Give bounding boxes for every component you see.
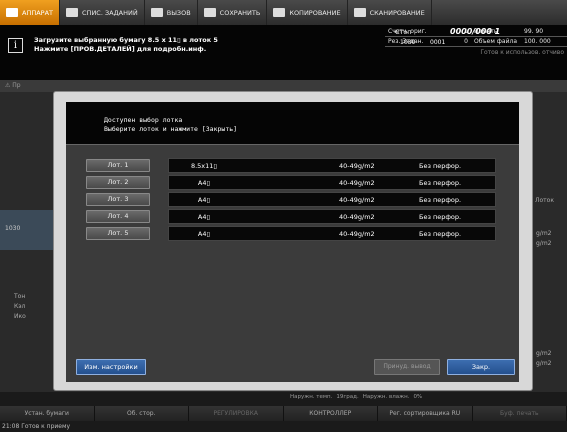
message-line-1: Загрузите выбранную бумагу 8.5 x 11▯ в л… [34,36,218,44]
outside-humidity-label: Наружн. влажн. [362,394,410,400]
tray-size: A4▯ [197,229,211,238]
tab-recall-label: ВЫЗОВ [166,8,191,17]
top-navigation: АППАРАТ СПИС. ЗАДАНИЙ ВЫЗОВ СОХРАНИТЬ КО… [0,0,567,25]
background-strip [0,80,567,92]
machine-icon [6,8,18,17]
tab-machine-label: АППАРАТ [22,8,54,17]
tray-4-button[interactable]: Лот. 4 [86,210,150,223]
force-output-button[interactable]: Принуд. вывод [374,359,440,375]
dialog-header-line-2: Выберите лоток и нажмите [Закрыть] [104,125,238,133]
tab-scan-label: СКАНИРОВАНИЕ [369,8,425,17]
copy-icon [273,8,286,17]
right-item-2: g/m2 [536,240,552,247]
tab-buffer-print[interactable]: Буф. печать [472,406,567,421]
tab-job-list-label: СПИС. ЗАДАНИЙ [82,8,138,17]
tray-size: 8.5x11▯ [190,161,218,170]
tray-punch: Без перфор. [419,161,462,170]
tab-scan[interactable]: СКАНИРОВАНИЕ [348,0,432,25]
right-label: Лоток [535,197,554,204]
tray-row: Лот. 5 A4▯ 40-49g/m2 Без перфор. [86,225,496,242]
tab-copy-label: КОПИРОВАНИЕ [289,8,341,17]
close-button[interactable]: Закр. [447,359,515,375]
tray-5-button[interactable]: Лот. 5 [86,227,150,240]
tray-punch: Без перфор. [419,212,462,221]
tray-punch: Без перфор. [419,195,462,204]
message-line-2: Нажмите [ПРОВ.ДЕТАЛЕЙ] для подробн.инф. [34,45,207,53]
job-res-label: Рез. Задан. [388,38,424,45]
tray-5-info[interactable]: A4▯ 40-49g/m2 Без перфор. [168,226,496,241]
left-panel-label: 1030 [5,225,21,232]
tray-punch: Без перфор. [419,178,462,187]
tab-recall[interactable]: ВЫЗОВ [145,0,198,25]
right-item-3: g/m2 [536,350,552,357]
dialog-header-line-1: Доступен выбор лотка [104,116,183,124]
recall-icon [150,8,163,17]
status-footer: 21:08 Готов к приему [2,423,71,430]
outside-temp-value: 19град. [336,394,359,400]
tray-row: Лот. 3 A4▯ 40-49g/m2 Без перфор. [86,191,496,208]
file-vol-label: Объем файла [474,38,518,45]
tab-machine[interactable]: АППАРАТ [0,0,61,25]
tray-1-button[interactable]: Лот. 1 [86,159,150,172]
tray-size: A4▯ [197,212,211,221]
tray-weight: 40-49g/m2 [339,212,375,221]
tab-duplex[interactable]: Об. стор. [94,406,189,421]
tab-adjustment[interactable]: РЕГУЛИРОВКА [189,406,284,421]
save-icon [203,8,216,17]
change-settings-button[interactable]: Изм. настройки [76,359,146,375]
tray-1-info[interactable]: 8.5x11▯ 40-49g/m2 Без перфор. [168,158,496,173]
scan-icon [353,8,366,17]
tray-weight: 40-49g/m2 [339,161,375,170]
right-item-4: g/m2 [536,360,552,367]
tray-weight: 40-49g/m2 [339,178,375,187]
tray-3-button[interactable]: Лот. 3 [86,193,150,206]
info-icon[interactable]: i [8,38,23,53]
job-list-icon [66,8,79,17]
tab-paper-setting[interactable]: Устан. бумаги [0,406,95,421]
tray-punch: Без перфор. [419,229,462,238]
tab-copy[interactable]: КОПИРОВАНИЕ [267,0,348,25]
status-box: Счетч. ориг. 1 Память 99. 90 Рез. Задан.… [385,27,567,57]
outside-humidity-value: 0% [413,394,423,400]
memory-label: Память [474,28,498,35]
tray-select-dialog: Доступен выбор лотка Выберите лоток и на… [54,92,532,390]
memory-value: 99. 90 [524,28,544,35]
job-res-value: 0 [464,38,468,45]
ready-text: Готов к использов. отчиво [480,48,564,56]
tray-row: Лот. 1 8.5x11▯ 40-49g/m2 Без перфор. [86,157,496,174]
dialog-header: Доступен выбор лотка Выберите лоток и на… [66,102,519,145]
tab-save-label: СОХРАНИТЬ [219,8,261,17]
tab-sorter-adjust[interactable]: Рег. сортировщика RU [378,406,473,421]
tray-size: A4▯ [197,178,211,187]
tray-weight: 40-49g/m2 [339,229,375,238]
tray-4-info[interactable]: A4▯ 40-49g/m2 Без перфор. [168,209,496,224]
tray-weight: 40-49g/m2 [339,195,375,204]
tab-controller[interactable]: КОНТРОЛЛЕР [283,406,378,421]
count-orig-value: 1 [464,28,468,35]
tray-3-info[interactable]: A4▯ 40-49g/m2 Без перфор. [168,192,496,207]
tray-size: A4▯ [197,195,211,204]
left-item-3: Ико [14,313,26,320]
environment-row: Наружн. темп. 19град. Наружн. влажн. 0% [290,394,422,400]
bottom-tabs: Устан. бумаги Об. стор. РЕГУЛИРОВКА КОНТ… [0,406,567,421]
left-item-2: Кэл [14,303,26,310]
file-vol-value: 100. 000 [524,38,551,45]
tray-2-info[interactable]: A4▯ 40-49g/m2 Без перфор. [168,175,496,190]
tray-row: Лот. 2 A4▯ 40-49g/m2 Без перфор. [86,174,496,191]
warning-text: ⚠ Пр [5,82,21,89]
tray-row: Лот. 4 A4▯ 40-49g/m2 Без перфор. [86,208,496,225]
tray-list: Лот. 1 8.5x11▯ 40-49g/m2 Без перфор. Лот… [86,157,496,242]
tab-job-list[interactable]: СПИС. ЗАДАНИЙ [60,0,145,25]
outside-temp-label: Наружн. темп. [290,394,333,400]
left-item-1: Тон [14,293,26,300]
right-item-1: g/m2 [536,230,552,237]
count-orig-label: Счетч. ориг. [388,28,427,35]
tray-2-button[interactable]: Лот. 2 [86,176,150,189]
tab-save[interactable]: СОХРАНИТЬ [198,0,268,25]
